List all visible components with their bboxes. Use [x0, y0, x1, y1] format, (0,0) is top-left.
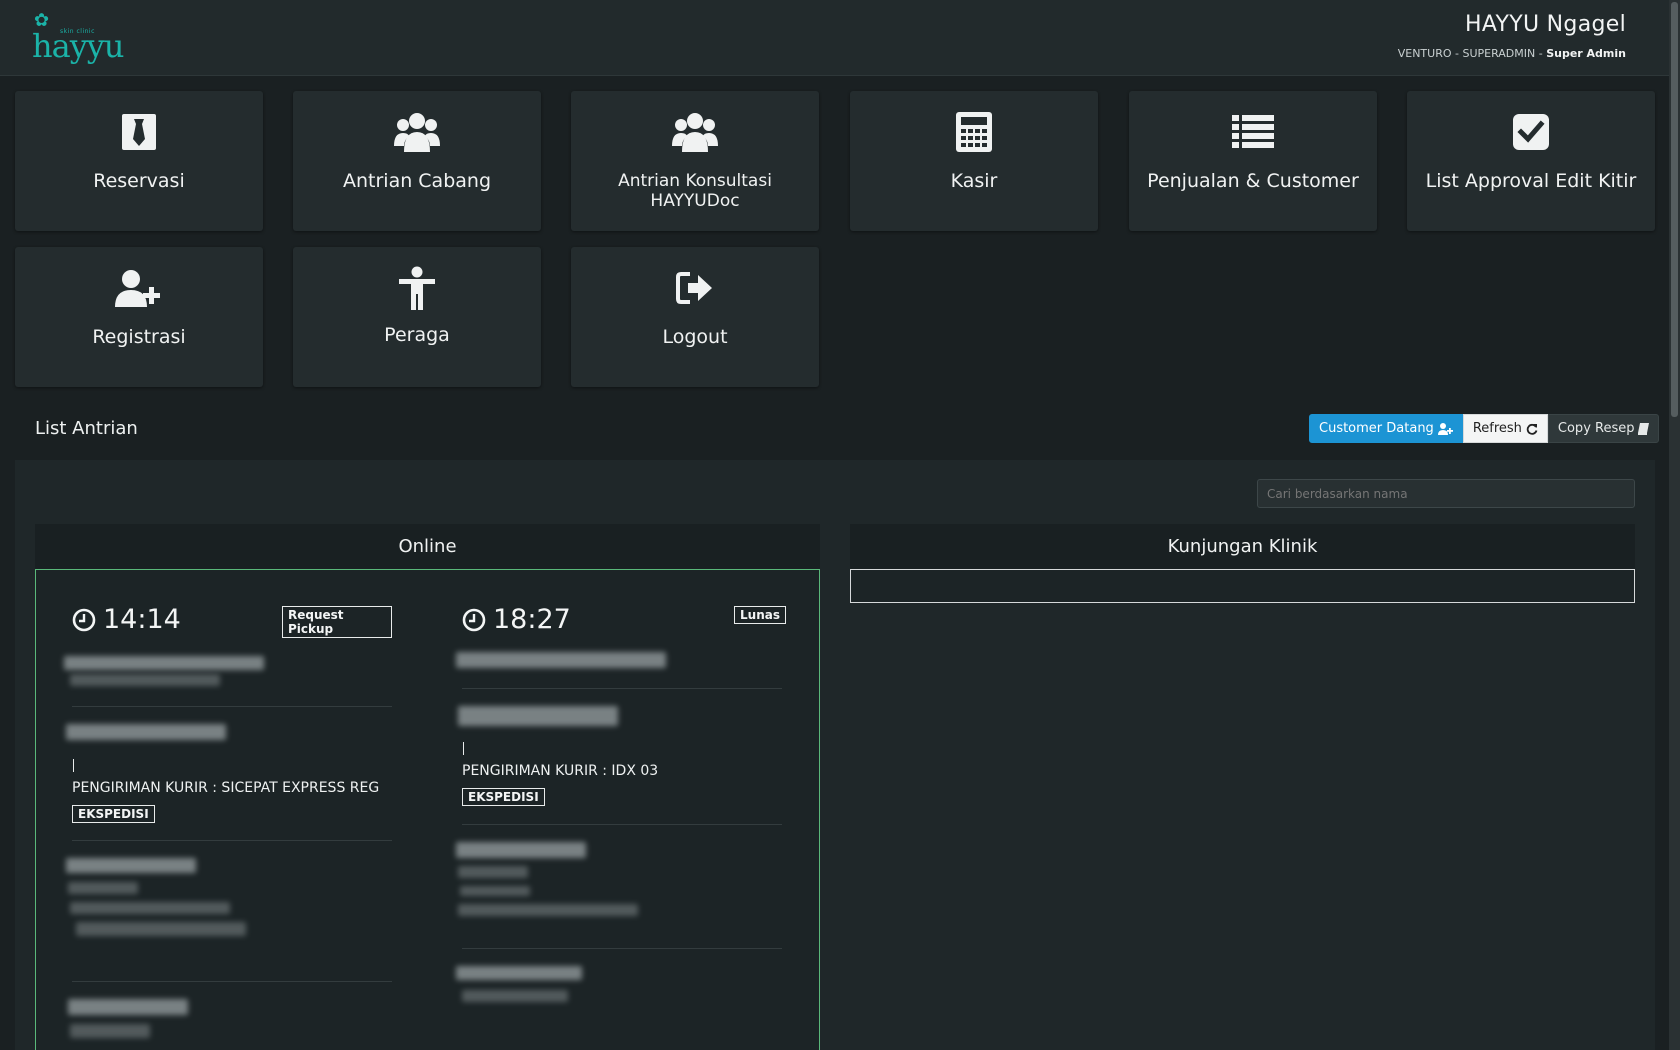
divider — [462, 948, 782, 949]
menu-label: Logout — [662, 326, 728, 348]
refresh-icon — [1526, 423, 1538, 435]
divider — [72, 840, 392, 841]
redacted-text — [456, 966, 582, 980]
menu-label: Registrasi — [92, 326, 186, 348]
menu-label: Reservasi — [93, 170, 185, 192]
menu-tile-reservasi[interactable]: Reservasi — [15, 91, 263, 231]
branch-title: HAYYU Ngagel — [1465, 12, 1626, 37]
menu-label: Kasir — [950, 170, 998, 192]
shipping-info: PENGIRIMAN KURIR : SICEPAT EXPRESS REG — [72, 780, 380, 796]
refresh-button[interactable]: Refresh — [1462, 414, 1548, 443]
book-icon — [1638, 422, 1650, 435]
redacted-text — [66, 724, 226, 740]
redacted-text — [458, 706, 618, 726]
copy-resep-button[interactable]: Copy Resep — [1547, 414, 1660, 443]
clock-icon — [462, 608, 486, 631]
menu-tile-kasir[interactable]: Kasir — [850, 91, 1098, 231]
redacted-text — [68, 882, 138, 894]
redacted-text — [458, 904, 638, 916]
redacted-text — [70, 674, 220, 686]
queue-section-title: List Antrian — [35, 418, 138, 439]
redacted-text — [70, 1024, 150, 1038]
shipping-info: PENGIRIMAN KURIR : IDX 03 — [462, 763, 659, 779]
menu-tile-list-approval[interactable]: List Approval Edit Kitir — [1407, 91, 1655, 231]
menu-label: Penjualan & Customer — [1147, 170, 1359, 192]
menu-label: Antrian Cabang — [342, 170, 492, 192]
clock-icon — [72, 608, 96, 631]
menu-tile-peraga[interactable]: Peraga — [293, 247, 541, 387]
menu-tile-antrian-konsultasi[interactable]: Antrian Konsultasi HAYYUDoc — [571, 91, 819, 231]
queue-time-value: 14:14 — [103, 604, 181, 635]
redacted-text — [76, 922, 246, 936]
text-cursor — [463, 742, 464, 755]
hayyu-logo[interactable]: ✿ skin clinic hayyu — [30, 12, 124, 65]
user-info: VENTURO - SUPERADMIN - Super Admin — [1398, 47, 1626, 60]
customer-datang-button[interactable]: Customer Datang — [1309, 414, 1463, 443]
divider — [72, 981, 392, 982]
menu-label: Antrian Konsultasi HAYYUDoc — [618, 171, 772, 211]
online-column-header: Online — [35, 524, 820, 569]
ekspedisi-tag: EKSPEDISI — [72, 805, 155, 823]
scrollbar-thumb[interactable] — [1671, 2, 1678, 417]
menu-label: Peraga — [384, 324, 450, 346]
status-badge: Request Pickup — [282, 606, 392, 638]
menu-tile-registrasi[interactable]: Registrasi — [15, 247, 263, 387]
refresh-label: Refresh — [1472, 421, 1522, 436]
sign-out-icon — [571, 265, 819, 311]
menu-label: List Approval Edit Kitir — [1425, 170, 1637, 192]
list-icon — [1129, 109, 1377, 155]
menu-tile-logout[interactable]: Logout — [571, 247, 819, 387]
klinik-queue-list[interactable] — [850, 569, 1635, 603]
redacted-text — [462, 990, 568, 1002]
redacted-text — [66, 858, 196, 873]
divider — [462, 824, 782, 825]
customer-datang-label: Customer Datang — [1319, 421, 1434, 436]
search-input[interactable] — [1257, 479, 1635, 508]
user-plus-icon — [1437, 422, 1453, 435]
redacted-text — [70, 902, 230, 914]
users-icon — [293, 109, 541, 155]
queue-time: 14:14 — [72, 604, 181, 635]
queue-time-value: 18:27 — [493, 604, 571, 635]
logo-wordmark: hayyu — [32, 27, 124, 65]
status-badge: Lunas — [734, 606, 786, 624]
tie-icon — [15, 109, 263, 155]
redacted-text — [64, 656, 264, 670]
queue-time: 18:27 — [462, 604, 571, 635]
ekspedisi-tag: EKSPEDISI — [462, 788, 545, 806]
user-role: Super Admin — [1546, 47, 1626, 60]
menu-tile-penjualan-customer[interactable]: Penjualan & Customer — [1129, 91, 1377, 231]
klinik-column-header: Kunjungan Klinik — [850, 524, 1635, 569]
divider — [462, 688, 782, 689]
user-plus-icon — [15, 265, 263, 311]
calculator-icon — [850, 109, 1098, 155]
top-header: ✿ skin clinic hayyu HAYYU Ngagel VENTURO… — [0, 0, 1671, 76]
redacted-text — [458, 866, 528, 878]
redacted-text — [460, 886, 530, 896]
redacted-text — [456, 652, 666, 668]
page-scrollbar[interactable] — [1669, 0, 1680, 1050]
users-icon — [571, 109, 819, 155]
queue-card[interactable]: 14:14 Request Pickup PENGIRIMAN KURIR : … — [64, 604, 392, 1050]
redacted-text — [68, 999, 188, 1015]
user-info-prefix: VENTURO - SUPERADMIN - — [1397, 47, 1547, 60]
queue-action-buttons: Customer Datang Refresh Copy Resep — [1309, 414, 1660, 443]
copy-resep-label: Copy Resep — [1557, 421, 1635, 436]
divider — [72, 706, 392, 707]
redacted-text — [456, 842, 586, 858]
check-square-icon — [1407, 109, 1655, 155]
child-icon — [293, 265, 541, 311]
text-cursor — [73, 759, 74, 772]
menu-tile-antrian-cabang[interactable]: Antrian Cabang — [293, 91, 541, 231]
queue-card[interactable]: 18:27 Lunas PENGIRIMAN KURIR : IDX 03 EK… — [456, 604, 786, 1050]
